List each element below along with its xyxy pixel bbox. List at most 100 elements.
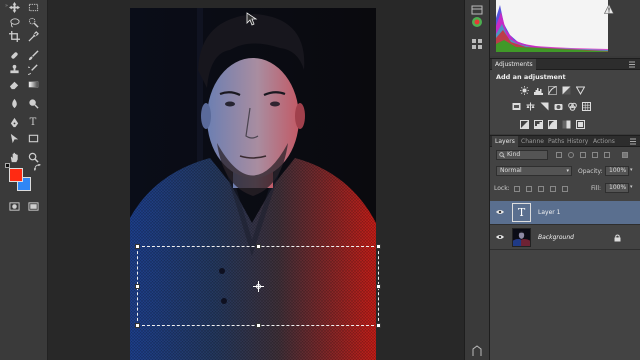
swatches-panel-icon[interactable]: [471, 38, 483, 50]
transform-handle-bottom-right[interactable]: [376, 323, 381, 328]
foreground-color-swatch[interactable]: [9, 168, 23, 182]
color-panel-icon[interactable]: [471, 16, 483, 28]
fill-input[interactable]: 100%: [605, 183, 629, 193]
layer-row-layer-1[interactable]: T Layer 1: [490, 201, 640, 225]
brightness-contrast-icon[interactable]: [520, 86, 529, 95]
quick-mask-icon[interactable]: [7, 199, 21, 213]
adjustments-panel-header: Adjustments: [490, 58, 640, 70]
dodge-tool-icon[interactable]: [26, 96, 40, 110]
posterize-icon[interactable]: [534, 120, 543, 129]
histogram-graph: [496, 0, 608, 52]
layers-panel-header: Layers Channe Paths History Actions: [490, 135, 640, 147]
document-canvas[interactable]: [48, 0, 464, 360]
lasso-tool-icon[interactable]: [7, 15, 21, 29]
gradient-map-icon[interactable]: [562, 120, 571, 129]
arrange-panels-icon[interactable]: [471, 4, 483, 16]
photo-filter-icon[interactable]: [554, 102, 563, 111]
levels-icon[interactable]: [534, 86, 543, 95]
adjustments-panel: Add an adjustment: [490, 70, 640, 134]
lock-image-pixels-icon[interactable]: [526, 186, 532, 192]
transform-handle-top-left[interactable]: [135, 244, 140, 249]
lock-all-icon[interactable]: [562, 186, 568, 192]
layer-name[interactable]: Background: [538, 234, 574, 241]
filter-smart-object-icon[interactable]: [604, 152, 610, 158]
channel-mixer-icon[interactable]: [568, 102, 577, 111]
transform-handle-bottom[interactable]: [256, 323, 261, 328]
crop-tool-icon[interactable]: [7, 29, 21, 43]
reference-point-icon[interactable]: [253, 281, 264, 292]
photoshop-window: » T Adjustments Add an adjustment Layers…: [0, 0, 640, 360]
healing-brush-tool-icon[interactable]: [7, 48, 21, 62]
chevron-down-icon: ▾: [566, 168, 569, 174]
color-balance-icon[interactable]: [526, 102, 535, 111]
lock-artboard-icon[interactable]: [550, 186, 556, 192]
fill-dropdown-icon[interactable]: ▾: [630, 184, 633, 190]
layer-thumbnail-type[interactable]: T: [512, 203, 531, 222]
eraser-tool-icon[interactable]: [7, 77, 21, 91]
blend-mode-select[interactable]: Normal ▾: [496, 166, 572, 176]
hand-tool-icon[interactable]: [7, 150, 21, 164]
transform-handle-left[interactable]: [135, 284, 140, 289]
lock-transparent-pixels-icon[interactable]: [514, 186, 520, 192]
panel-menu-icon[interactable]: [629, 61, 637, 68]
collapsed-panels-strip: [464, 0, 489, 360]
filter-type-icon[interactable]: [580, 152, 586, 158]
type-tool-icon[interactable]: T: [26, 115, 40, 129]
lock-position-icon[interactable]: [538, 186, 544, 192]
quick-select-tool-icon[interactable]: [26, 15, 40, 29]
brush-tool-icon[interactable]: [26, 48, 40, 62]
color-lookup-icon[interactable]: [582, 102, 591, 111]
libraries-panel-icon[interactable]: [471, 345, 483, 357]
tab-layers[interactable]: Layers: [492, 136, 518, 147]
marquee-tool-icon[interactable]: [26, 0, 40, 14]
transform-handle-top[interactable]: [256, 244, 261, 249]
filter-pixel-icon[interactable]: [556, 152, 562, 158]
transform-handle-top-right[interactable]: [376, 244, 381, 249]
layers-panel-menu-icon[interactable]: [630, 138, 638, 145]
visibility-eye-icon[interactable]: [496, 234, 504, 240]
eyedropper-tool-icon[interactable]: [26, 29, 40, 43]
transform-bounding-box[interactable]: [135, 244, 381, 328]
tab-adjustments[interactable]: Adjustments: [492, 59, 536, 70]
hue-saturation-icon[interactable]: [512, 102, 521, 111]
lock-icon[interactable]: [614, 234, 621, 242]
transform-handle-bottom-left[interactable]: [135, 323, 140, 328]
opacity-input[interactable]: 100%: [605, 166, 629, 176]
clone-stamp-tool-icon[interactable]: [7, 62, 21, 76]
exposure-icon[interactable]: [562, 86, 571, 95]
histogram-panel: [490, 0, 640, 56]
path-select-tool-icon[interactable]: [7, 131, 21, 145]
layer-thumbnail-photo[interactable]: [512, 228, 531, 247]
warning-icon[interactable]: [604, 4, 614, 14]
gradient-tool-icon[interactable]: [26, 77, 40, 91]
screen-mode-icon[interactable]: [26, 199, 40, 213]
move-tool-icon[interactable]: [7, 0, 21, 14]
threshold-icon[interactable]: [548, 120, 557, 129]
filter-toggle-icon[interactable]: [622, 152, 628, 158]
opacity-label: Opacity:: [578, 168, 603, 175]
swap-colors-icon[interactable]: [30, 160, 44, 174]
layer-name[interactable]: Layer 1: [538, 209, 560, 216]
rectangle-tool-icon[interactable]: [26, 131, 40, 145]
selective-color-icon[interactable]: [576, 120, 585, 129]
blur-tool-icon[interactable]: [7, 96, 21, 110]
mouse-cursor-icon: [246, 12, 258, 26]
pen-tool-icon[interactable]: [7, 115, 21, 129]
invert-icon[interactable]: [520, 120, 529, 129]
blend-mode-value: Normal: [500, 167, 522, 174]
filter-adjustment-icon[interactable]: [568, 152, 574, 158]
visibility-eye-icon[interactable]: [496, 209, 504, 215]
curves-icon[interactable]: [548, 86, 557, 95]
black-white-icon[interactable]: [540, 102, 549, 111]
history-brush-tool-icon[interactable]: [26, 62, 40, 76]
filter-shape-icon[interactable]: [592, 152, 598, 158]
opacity-dropdown-icon[interactable]: ▾: [630, 167, 633, 173]
transform-handle-right[interactable]: [376, 284, 381, 289]
layer-row-background[interactable]: Background: [490, 226, 640, 250]
tab-actions[interactable]: Actions: [590, 136, 618, 147]
tab-channels[interactable]: Channe: [518, 136, 547, 147]
layer-filter-select[interactable]: Kind: [496, 150, 548, 160]
vibrance-icon[interactable]: [576, 86, 585, 95]
tab-history[interactable]: History: [564, 136, 591, 147]
adjustments-title: Add an adjustment: [496, 73, 566, 81]
